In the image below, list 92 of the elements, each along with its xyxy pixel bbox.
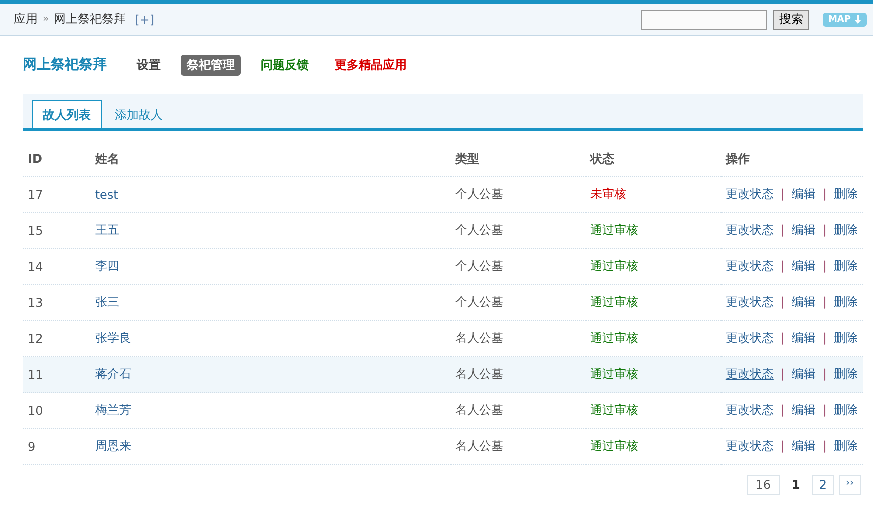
action-link[interactable]: 删除: [834, 331, 858, 345]
action-separator: |: [822, 187, 827, 201]
action-link[interactable]: 编辑: [792, 331, 816, 345]
name-link[interactable]: test: [95, 188, 118, 202]
page-link[interactable]: 2: [812, 475, 834, 495]
name-link[interactable]: 李四: [95, 259, 120, 273]
name-link[interactable]: 周恩来: [95, 439, 132, 453]
column-header: 姓名: [90, 142, 451, 176]
action-link[interactable]: 编辑: [792, 295, 816, 309]
action-separator: |: [780, 295, 785, 309]
action-link[interactable]: 删除: [834, 187, 858, 201]
name-link[interactable]: 梅兰芳: [95, 403, 132, 417]
action-separator: |: [780, 367, 785, 381]
status-text: 通过审核: [590, 439, 639, 453]
column-header: ID: [23, 142, 90, 176]
action-separator: |: [780, 223, 785, 237]
total-count: 16: [746, 475, 780, 495]
breadcrumb-separator: »: [43, 14, 50, 25]
action-separator: |: [822, 439, 827, 453]
tab[interactable]: 故人列表: [32, 100, 102, 128]
nav-link[interactable]: 更多精品应用: [329, 54, 413, 76]
breadcrumb-link[interactable]: 应用: [14, 11, 38, 28]
id-cell: 15: [23, 212, 90, 248]
type-cell: 名人公墓: [450, 356, 586, 392]
nav-link[interactable]: 设置: [131, 54, 167, 76]
action-link[interactable]: 编辑: [792, 223, 816, 237]
type-cell: 个人公墓: [450, 176, 586, 212]
id-cell: 11: [23, 356, 90, 392]
action-link[interactable]: 删除: [834, 295, 858, 309]
action-link[interactable]: 删除: [834, 367, 858, 381]
tab[interactable]: 添加故人: [104, 100, 174, 128]
name-link[interactable]: 张学良: [95, 331, 132, 345]
nav-link[interactable]: 祭祀管理: [181, 54, 241, 76]
name-link[interactable]: 王五: [95, 223, 120, 237]
action-separator: |: [822, 259, 827, 273]
action-separator: |: [780, 187, 785, 201]
status-text: 通过审核: [590, 367, 639, 381]
status-text: 通过审核: [590, 295, 639, 309]
status-text: 未审核: [590, 187, 627, 201]
action-link[interactable]: 编辑: [792, 259, 816, 273]
id-cell: 10: [23, 392, 90, 428]
id-cell: 9: [23, 428, 90, 464]
action-separator: |: [780, 259, 785, 273]
action-link[interactable]: 更改状态: [726, 367, 774, 381]
add-link[interactable]: [+]: [135, 12, 155, 26]
breadcrumb-link[interactable]: 网上祭祀祭拜: [54, 11, 126, 28]
type-cell: 名人公墓: [450, 392, 586, 428]
action-link[interactable]: 更改状态: [726, 439, 774, 453]
search-button[interactable]: 搜索: [773, 10, 810, 30]
type-cell: 个人公墓: [450, 248, 586, 284]
action-link[interactable]: 更改状态: [726, 403, 774, 417]
down-arrow-icon: [854, 15, 862, 24]
status-text: 通过审核: [590, 403, 639, 417]
action-separator: |: [822, 403, 827, 417]
action-separator: |: [780, 439, 785, 453]
column-header: 状态: [586, 142, 721, 176]
action-separator: |: [822, 367, 827, 381]
search-field[interactable]: [641, 10, 768, 30]
action-separator: |: [822, 295, 827, 309]
nav-link[interactable]: 问题反馈: [255, 54, 315, 76]
column-header: 类型: [450, 142, 586, 176]
action-link[interactable]: 编辑: [792, 439, 816, 453]
name-link[interactable]: 蒋介石: [95, 367, 132, 381]
name-link[interactable]: 张三: [95, 295, 120, 309]
action-link[interactable]: 更改状态: [726, 295, 774, 309]
action-separator: |: [822, 223, 827, 237]
column-header: 操作: [720, 142, 863, 176]
action-link[interactable]: 删除: [834, 259, 858, 273]
action-separator: |: [780, 403, 785, 417]
action-link[interactable]: 更改状态: [726, 223, 774, 237]
app-title: 网上祭祀祭拜: [23, 56, 107, 74]
status-text: 通过审核: [590, 259, 639, 273]
action-separator: |: [822, 331, 827, 345]
type-cell: 个人公墓: [450, 284, 586, 320]
id-cell: 17: [23, 176, 90, 212]
action-separator: |: [780, 331, 785, 345]
action-link[interactable]: 更改状态: [726, 331, 774, 345]
type-cell: 个人公墓: [450, 212, 586, 248]
action-link[interactable]: 删除: [834, 439, 858, 453]
status-text: 通过审核: [590, 223, 639, 237]
next-page-link[interactable]: ››: [839, 475, 861, 495]
id-cell: 13: [23, 284, 90, 320]
action-link[interactable]: 编辑: [792, 367, 816, 381]
action-link[interactable]: 编辑: [792, 403, 816, 417]
action-link[interactable]: 删除: [834, 403, 858, 417]
action-link[interactable]: 更改状态: [726, 187, 774, 201]
action-link[interactable]: 删除: [834, 223, 858, 237]
type-cell: 名人公墓: [450, 428, 586, 464]
id-cell: 14: [23, 248, 90, 284]
action-link[interactable]: 编辑: [792, 187, 816, 201]
status-text: 通过审核: [590, 331, 639, 345]
action-link[interactable]: 更改状态: [726, 259, 774, 273]
